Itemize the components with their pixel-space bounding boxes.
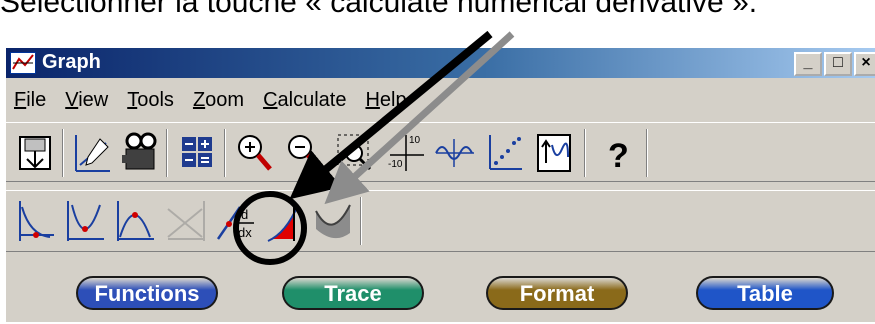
toolbar-separator [360, 197, 362, 245]
numerical-derivative-icon[interactable]: d dx [214, 197, 256, 245]
integral-icon[interactable] [264, 197, 306, 245]
camera-icon[interactable] [118, 129, 160, 177]
instruction-caption: Selectionner la touche « calculate numer… [0, 0, 758, 19]
graph-window: Graph _ □ × File View Tools Zoom Calcula… [4, 46, 875, 322]
zoom-fit-icon[interactable] [534, 129, 576, 177]
toolbar-separator [62, 129, 64, 177]
menu-file[interactable]: File [14, 89, 46, 112]
save-graph-icon[interactable] [14, 129, 56, 177]
window-title: Graph [42, 51, 101, 73]
main-toolbar: 10 -10 ? [6, 122, 875, 182]
minimum-icon[interactable] [64, 197, 106, 245]
mode-buttons: Functions Trace Format Table [6, 260, 875, 324]
draw-line-icon[interactable] [70, 129, 112, 177]
zoom-out-icon[interactable] [282, 129, 324, 177]
toolbar-separator [224, 129, 226, 177]
close-button[interactable]: × [854, 52, 875, 76]
svg-text:dx: dx [238, 225, 252, 240]
trace-button[interactable]: Trace [282, 276, 424, 310]
menu-view[interactable]: View [65, 89, 108, 112]
zoom-in-icon[interactable] [232, 129, 274, 177]
zoom-standard-icon[interactable]: 10 -10 [386, 129, 428, 177]
zoom-trig-icon[interactable] [434, 129, 476, 177]
toolbar-separator [584, 129, 586, 177]
grid-view-icon[interactable] [176, 129, 218, 177]
maximum-icon[interactable] [114, 197, 156, 245]
svg-text:?: ? [608, 137, 629, 175]
menu-zoom[interactable]: Zoom [193, 89, 244, 112]
svg-text:d: d [241, 207, 248, 222]
menu-help[interactable]: Help [365, 89, 406, 112]
menu-bar: File View Tools Zoom Calculate Help [6, 80, 875, 120]
zero-icon[interactable] [14, 197, 56, 245]
menu-tools[interactable]: Tools [127, 89, 174, 112]
functions-button[interactable]: Functions [76, 276, 218, 310]
app-icon [10, 52, 36, 74]
zoom-box-icon[interactable] [334, 129, 376, 177]
svg-text:10: 10 [409, 135, 421, 146]
toolbar-separator [646, 129, 648, 177]
menu-calculate[interactable]: Calculate [263, 89, 346, 112]
intersection-icon[interactable] [164, 197, 206, 245]
svg-text:-10: -10 [388, 159, 403, 170]
help-icon[interactable]: ? [598, 129, 640, 177]
minimize-button[interactable]: _ [794, 52, 822, 76]
maximize-button[interactable]: □ [824, 52, 852, 76]
title-bar[interactable]: Graph _ □ × [6, 48, 875, 78]
table-button[interactable]: Table [696, 276, 834, 310]
toolbar-separator [166, 129, 168, 177]
arc-length-icon[interactable] [312, 197, 354, 245]
format-button[interactable]: Format [486, 276, 628, 310]
zoom-data-icon[interactable] [484, 129, 526, 177]
calculate-toolbar: d dx [6, 190, 875, 252]
